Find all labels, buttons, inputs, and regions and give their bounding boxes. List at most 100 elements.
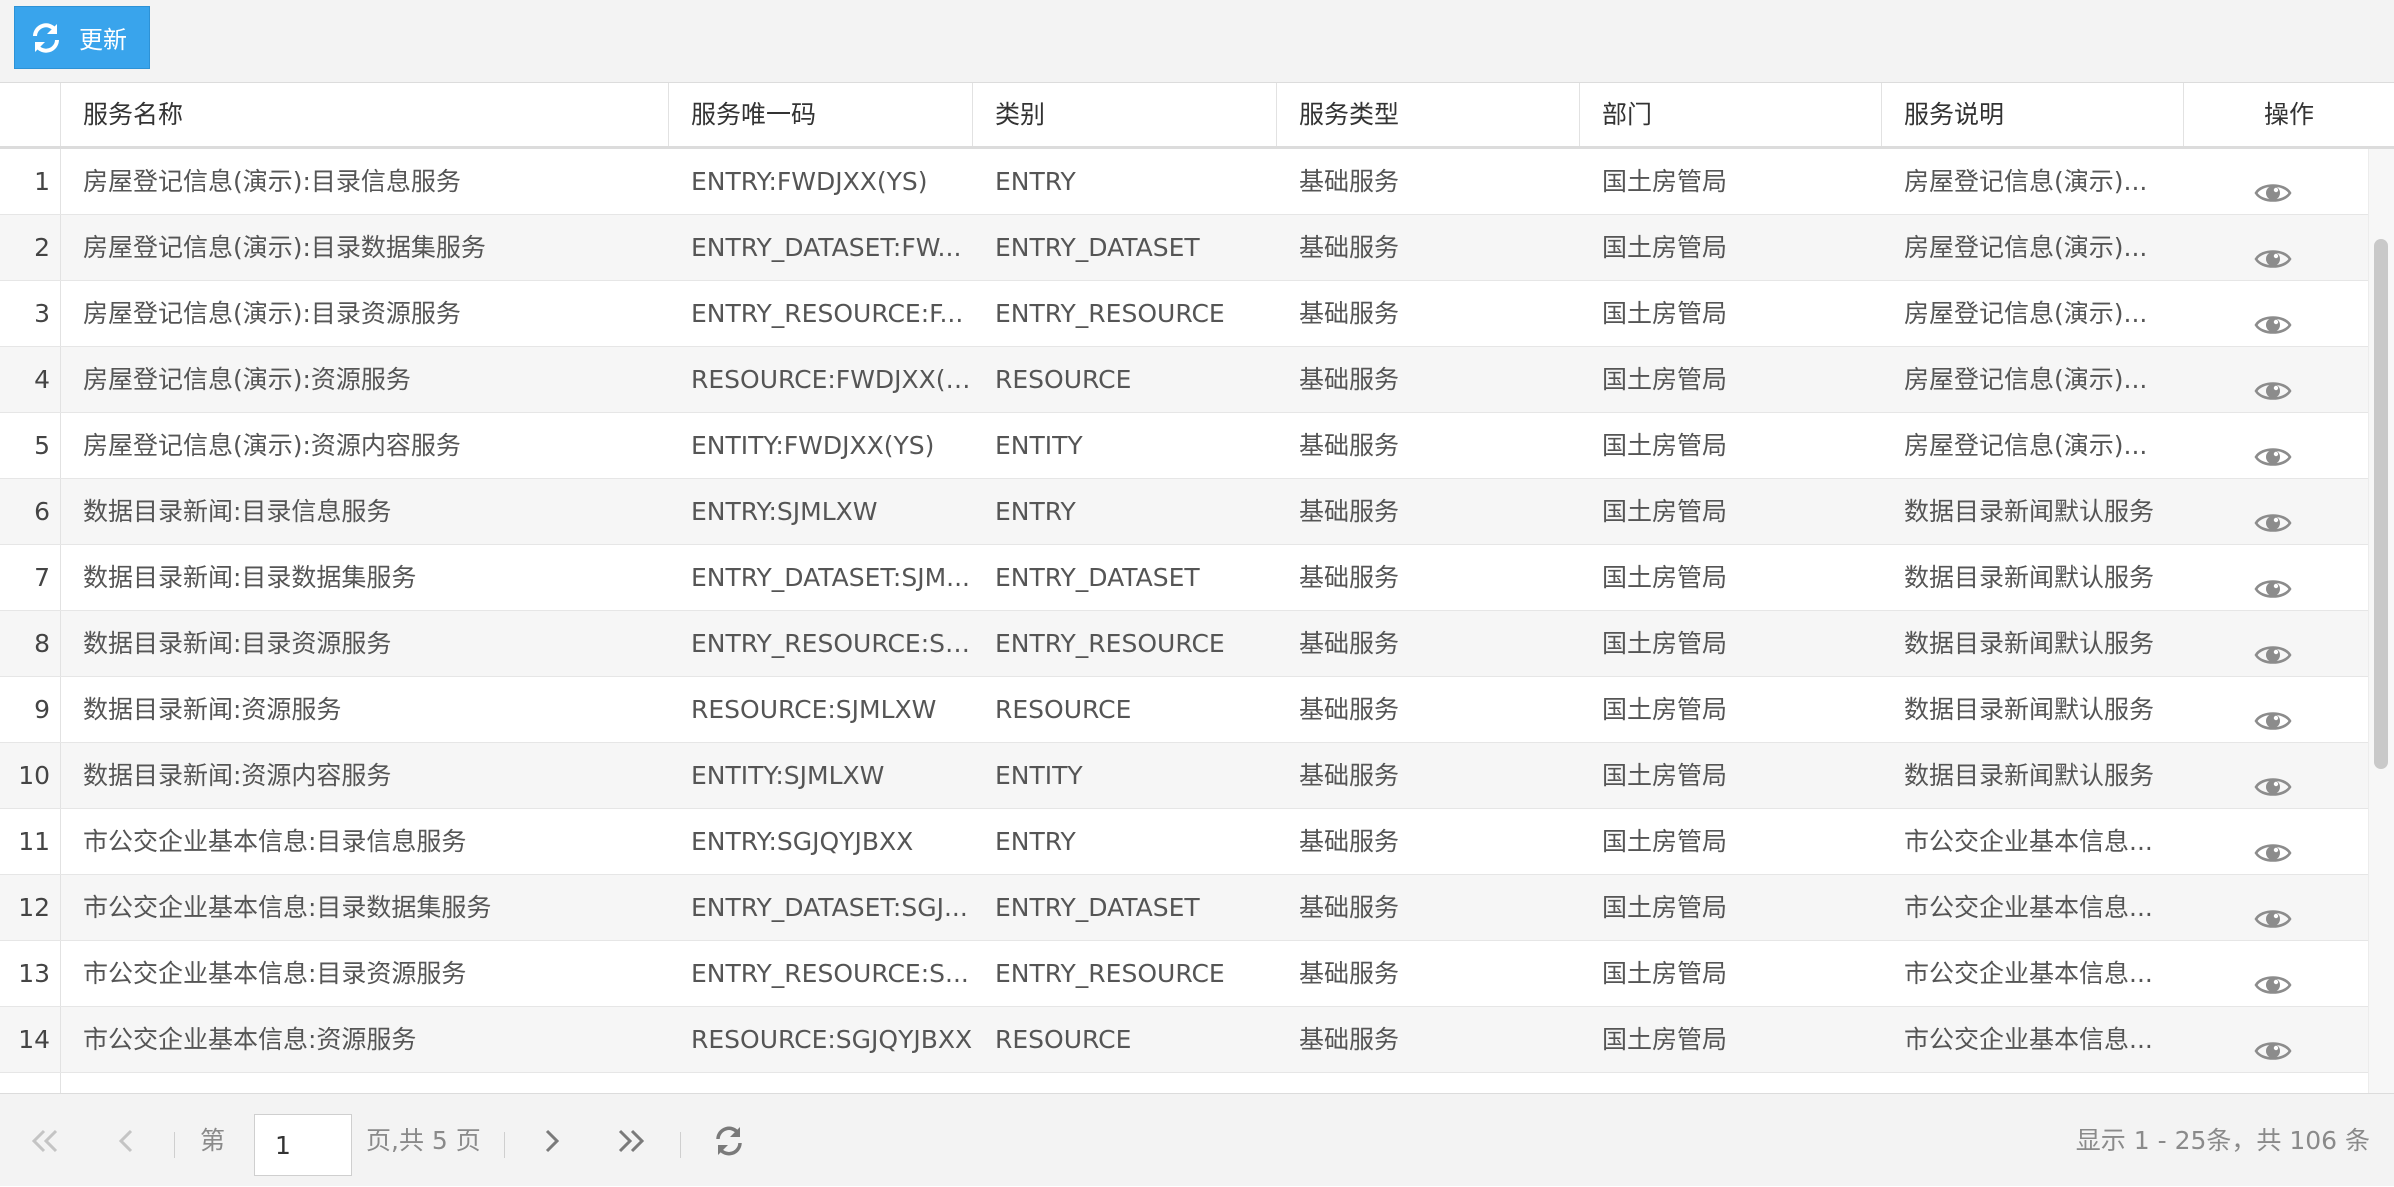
service-name-cell: 房屋登记信息(演示):资源内容服务 — [83, 431, 461, 460]
eye-icon[interactable] — [2254, 1025, 2292, 1060]
table-row[interactable]: 14 市公交企业基本信息:资源服务 RESOURCE:SGJQYJBXX RESOUR… — [0, 1007, 2368, 1073]
service-name-cell: 数据目录新闻:资源内容服务 — [83, 761, 392, 790]
page-number-input[interactable] — [254, 1114, 352, 1176]
table-row[interactable]: 4 房屋登记信息(演示):资源服务 RESOURCE:FWDJXX(Y... RESO… — [0, 347, 2368, 413]
service-type-cell: 基础服务 — [1299, 1025, 1400, 1054]
eye-icon[interactable] — [2254, 299, 2292, 334]
service-type-cell: 基础服务 — [1299, 167, 1400, 196]
service-name-cell: 房屋登记信息(演示):目录信息服务 — [83, 167, 461, 196]
grid-header: 服务名称 服务唯一码 类别 服务类型 部门 服务说明 操作 — [0, 83, 2394, 149]
header-service-type[interactable]: 服务类型 — [1277, 83, 1580, 146]
category-cell: ENTRY_DATASET — [995, 233, 1200, 262]
table-row[interactable]: 3 房屋登记信息(演示):目录资源服务 ENTRY_RESOURCE:F... ENT… — [0, 281, 2368, 347]
description-cell: 市公交企业基本信息... — [1904, 959, 2153, 988]
table-row[interactable]: 11 市公交企业基本信息:目录信息服务 ENTRY:SGJQYJBXX ENTRY 基础… — [0, 809, 2368, 875]
description-cell: 房屋登记信息(演示)... — [1904, 233, 2148, 262]
header-service-name[interactable]: 服务名称 — [61, 83, 669, 146]
eye-icon[interactable] — [2254, 893, 2292, 928]
department-cell: 国土房管局 — [1602, 299, 1728, 328]
table-row[interactable]: 7 数据目录新闻:目录数据集服务 ENTRY_DATASET:SJM... ENTRY… — [0, 545, 2368, 611]
eye-icon[interactable] — [2254, 827, 2292, 862]
scrollbar-thumb[interactable] — [2374, 239, 2388, 769]
eye-icon[interactable] — [2254, 959, 2292, 994]
category-cell — [973, 1073, 1277, 1093]
service-name-cell: 数据目录新闻:目录信息服务 — [83, 497, 392, 526]
department-cell: 国土房管局 — [1602, 431, 1728, 460]
refresh-button[interactable]: 更新 — [14, 6, 150, 69]
toolbar: 更新 — [0, 0, 2394, 83]
actions-cell — [2184, 413, 2368, 478]
service-code-cell: ENTITY:SJMLXW — [691, 761, 885, 790]
department-cell — [1580, 1073, 1882, 1093]
pager-separator — [680, 1132, 681, 1158]
service-code-cell: ENTRY_RESOURCE:F... — [691, 299, 964, 328]
service-name-cell: 房屋登记信息(演示):资源服务 — [83, 365, 411, 394]
vertical-scrollbar[interactable] — [2368, 149, 2394, 1093]
service-type-cell: 基础服务 — [1299, 233, 1400, 262]
service-type-cell: 基础服务 — [1299, 431, 1400, 460]
page-prefix-label: 第 — [200, 1126, 226, 1155]
service-code-cell: ENTRY_RESOURCE:SJ... — [691, 629, 973, 658]
eye-icon[interactable] — [2254, 761, 2292, 796]
eye-icon[interactable] — [2254, 563, 2292, 598]
table-row[interactable]: 9 数据目录新闻:资源服务 RESOURCE:SJMLXW RESOURCE 基础服务 国… — [0, 677, 2368, 743]
double-chevron-left-icon[interactable] — [28, 1124, 62, 1158]
display-info: 显示 1 - 25条，共 106 条 — [2075, 1126, 2370, 1155]
eye-icon[interactable] — [2254, 695, 2292, 730]
table-row[interactable]: 6 数据目录新闻:目录信息服务 ENTRY:SJMLXW ENTRY 基础服务 国土房管局… — [0, 479, 2368, 545]
category-cell: ENTRY — [995, 497, 1076, 526]
description-cell: 市公交企业基本信息... — [1904, 893, 2153, 922]
department-cell: 国土房管局 — [1602, 959, 1728, 988]
table-row[interactable]: 1 房屋登记信息(演示):目录信息服务 ENTRY:FWDJXX(YS) ENTRY 基… — [0, 149, 2368, 215]
service-name-cell: 数据目录新闻:资源服务 — [83, 695, 342, 724]
row-number: 3 — [0, 281, 61, 346]
service-name-cell: 市公交企业基本信息:目录资源服务 — [83, 959, 467, 988]
service-name-cell: 数据目录新闻:目录数据集服务 — [83, 563, 417, 592]
service-type-cell: 基础服务 — [1299, 893, 1400, 922]
department-cell: 国土房管局 — [1602, 167, 1728, 196]
eye-icon[interactable] — [2254, 365, 2292, 400]
reload-icon[interactable] — [712, 1124, 746, 1158]
service-code-cell: ENTRY_DATASET:FW... — [691, 233, 962, 262]
service-type-cell: 基础服务 — [1299, 365, 1400, 394]
department-cell: 国土房管局 — [1602, 497, 1728, 526]
service-code-cell — [669, 1073, 973, 1093]
table-row[interactable] — [0, 1073, 2368, 1093]
department-cell: 国土房管局 — [1602, 365, 1728, 394]
description-cell: 房屋登记信息(演示)... — [1904, 299, 2148, 328]
chevron-left-icon[interactable] — [110, 1124, 144, 1158]
header-description[interactable]: 服务说明 — [1882, 83, 2184, 146]
service-type-cell: 基础服务 — [1299, 299, 1400, 328]
actions-cell — [2184, 875, 2368, 940]
description-cell: 数据目录新闻默认服务 — [1904, 695, 2155, 724]
eye-icon[interactable] — [2254, 167, 2292, 202]
table-row[interactable]: 2 房屋登记信息(演示):目录数据集服务 ENTRY_DATASET:FW... EN… — [0, 215, 2368, 281]
department-cell: 国土房管局 — [1602, 761, 1728, 790]
service-type-cell: 基础服务 — [1299, 827, 1400, 856]
header-department[interactable]: 部门 — [1580, 83, 1882, 146]
table-row[interactable]: 13 市公交企业基本信息:目录资源服务 ENTRY_RESOURCE:S... ENT… — [0, 941, 2368, 1007]
chevron-right-icon[interactable] — [534, 1124, 568, 1158]
eye-icon[interactable] — [2254, 629, 2292, 664]
table-row[interactable]: 5 房屋登记信息(演示):资源内容服务 ENTITY:FWDJXX(YS) ENTIT… — [0, 413, 2368, 479]
category-cell: RESOURCE — [995, 365, 1132, 394]
service-type-cell: 基础服务 — [1299, 497, 1400, 526]
pagination-bar: 第 页,共 5 页 显示 1 - 25条，共 106 条 — [0, 1093, 2394, 1186]
eye-icon[interactable] — [2254, 431, 2292, 466]
header-category[interactable]: 类别 — [973, 83, 1277, 146]
service-type-cell: 基础服务 — [1299, 695, 1400, 724]
description-cell: 数据目录新闻默认服务 — [1904, 563, 2155, 592]
service-code-cell: RESOURCE:SGJQYJBXX — [691, 1025, 973, 1054]
row-number: 7 — [0, 545, 61, 610]
double-chevron-right-icon[interactable] — [614, 1124, 648, 1158]
table-row[interactable]: 8 数据目录新闻:目录资源服务 ENTRY_RESOURCE:SJ... ENTRY_… — [0, 611, 2368, 677]
table-row[interactable]: 10 数据目录新闻:资源内容服务 ENTITY:SJMLXW ENTITY 基础服务 国土… — [0, 743, 2368, 809]
header-service-code[interactable]: 服务唯一码 — [669, 83, 973, 146]
description-cell: 房屋登记信息(演示)... — [1904, 167, 2148, 196]
table-row[interactable]: 12 市公交企业基本信息:目录数据集服务 ENTRY_DATASET:SGJ... E… — [0, 875, 2368, 941]
eye-icon[interactable] — [2254, 497, 2292, 532]
category-cell: ENTRY — [995, 167, 1076, 196]
eye-icon[interactable] — [2254, 233, 2292, 268]
service-type-cell — [1277, 1073, 1580, 1093]
service-code-cell: ENTRY:SGJQYJBXX — [691, 827, 914, 856]
